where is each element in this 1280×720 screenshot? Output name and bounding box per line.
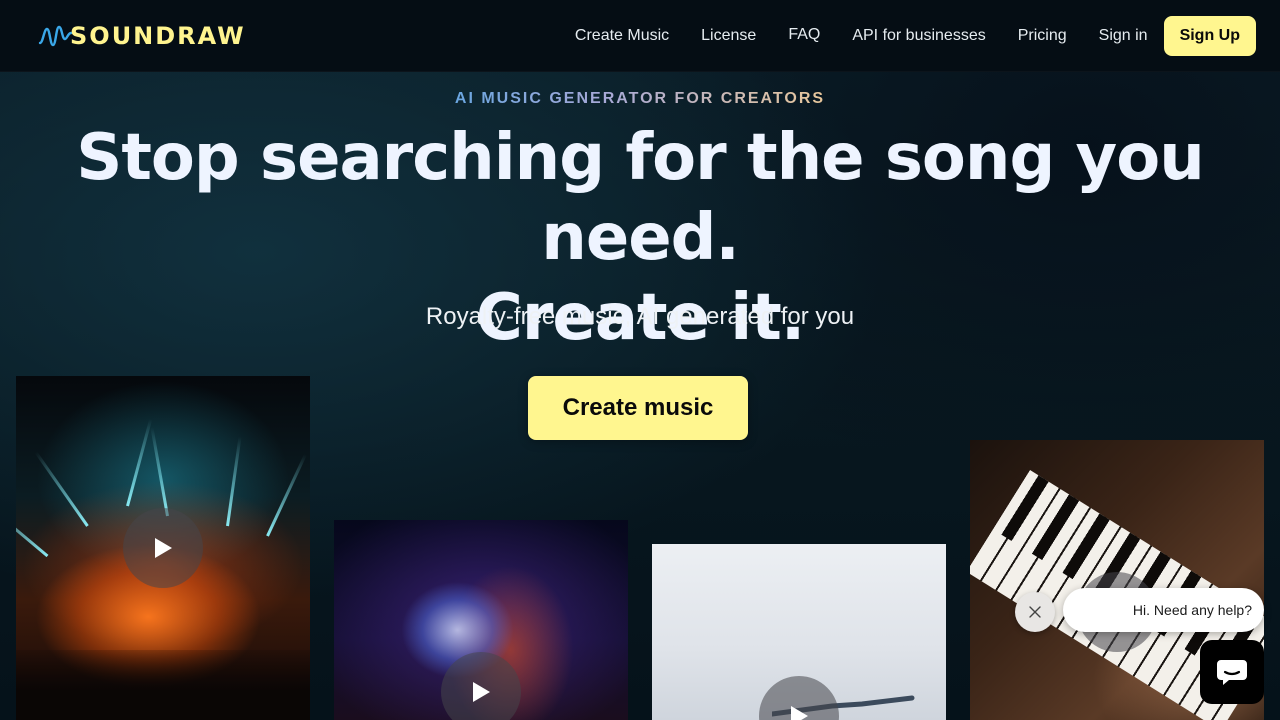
logo[interactable]: SOUNDRAW [38, 20, 246, 52]
play-icon [791, 706, 808, 720]
play-button[interactable] [441, 652, 521, 720]
light-beam [150, 427, 169, 517]
nav-license[interactable]: License [701, 27, 756, 45]
nav-faq[interactable]: FAQ [788, 26, 820, 44]
light-beam [16, 497, 49, 558]
chat-message: Hi. Need any help? [1132, 602, 1252, 618]
hero-subhead: Royalty-free music, AI generated for you [425, 303, 855, 330]
light-beam [266, 453, 307, 537]
nav-create-music[interactable]: Create Music [575, 27, 669, 45]
brand-name: SOUNDRAW [70, 22, 246, 50]
hero-eyebrow: AI MUSIC GENERATOR FOR CREATORS [0, 90, 1280, 108]
main-nav: Create Music License FAQ API for busines… [543, 16, 1256, 56]
play-icon [155, 538, 172, 558]
waveform-icon [38, 25, 72, 47]
disco-card[interactable] [334, 520, 628, 720]
headline-line-1: Stop searching for the song you need. [76, 121, 1205, 275]
light-beam [226, 436, 242, 527]
chat-icon [1217, 660, 1247, 685]
play-icon [473, 682, 490, 702]
sign-up-button[interactable]: Sign Up [1163, 16, 1256, 56]
sign-in-link[interactable]: Sign in [1099, 27, 1148, 45]
dancer-card[interactable] [652, 544, 946, 720]
light-beam [34, 451, 89, 527]
nav-pricing[interactable]: Pricing [1018, 27, 1067, 45]
chat-close-button[interactable] [1015, 592, 1055, 632]
play-button[interactable] [759, 676, 839, 720]
play-button[interactable] [123, 508, 203, 588]
chat-message-bubble[interactable]: Hi. Need any help? [1063, 588, 1264, 632]
close-icon [1029, 606, 1041, 618]
eyebrow-text: AI MUSIC GENERATOR FOR CREATORS [454, 90, 826, 107]
create-music-button[interactable]: Create music [528, 376, 748, 440]
crowd-silhouette [16, 650, 310, 720]
chat-launcher-button[interactable] [1200, 640, 1264, 704]
concert-card[interactable] [16, 376, 310, 720]
site-header: SOUNDRAW Create Music License FAQ API fo… [0, 0, 1280, 72]
light-beam [126, 418, 153, 507]
nav-api[interactable]: API for businesses [852, 27, 985, 45]
